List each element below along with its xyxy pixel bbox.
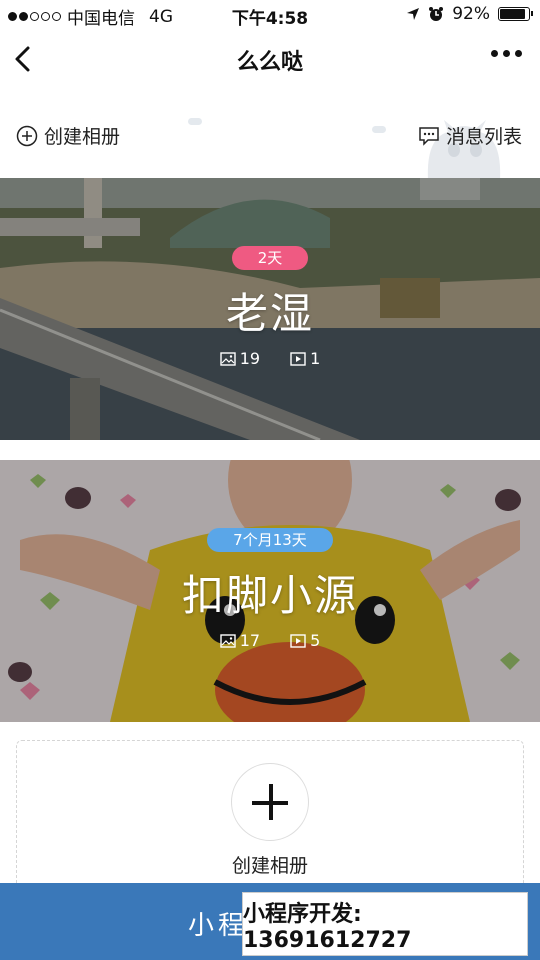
album-title: 扣脚小源 [181,571,358,620]
status-right: 92% [406,4,533,24]
decor-cloud [372,126,386,133]
alarm-icon [429,7,444,21]
album-title: 老湿 [225,289,314,338]
create-album-label: 创建相册 [44,126,121,148]
battery-icon [498,7,533,21]
page-title: 么么哒 [236,50,303,75]
create-album-button[interactable]: 创建相册 [16,122,120,149]
battery-percent: 92% [452,4,490,24]
album-card[interactable]: 2天 老湿 19 1 [0,178,540,440]
ad-watermark: 小程序开发: 13691612727 [242,892,528,956]
status-bar: 中国电信 4G 下午4:58 92% [0,0,540,30]
video-icon [290,633,306,648]
message-list-label: 消息列表 [445,126,522,148]
photo-icon [220,633,236,648]
message-list-button[interactable]: 消息列表 [418,122,522,149]
album-age-badge: 2天 [231,246,309,270]
photo-count: 17 [220,631,260,650]
location-arrow-icon [407,8,420,20]
create-album-tile[interactable]: 创建相册 [16,740,524,900]
plus-circle-icon [16,125,38,146]
video-icon [290,351,306,366]
photo-count-value: 19 [239,349,261,368]
navigation-bar: 么么哒 [0,30,540,92]
photo-count: 19 [220,349,260,368]
message-icon [419,126,439,146]
video-count: 5 [290,631,320,650]
album-info: 2天 老湿 19 1 [0,246,540,368]
video-count-value: 1 [310,349,321,368]
album-header: 创建相册 消息列表 [0,92,540,180]
album-info: 7个月13天 扣脚小源 17 5 [0,528,540,650]
album-stats: 19 1 [0,349,540,368]
more-options-icon[interactable] [491,50,522,57]
decor-cloud [188,118,202,125]
create-album-tile-label: 创建相册 [231,855,308,877]
photo-icon [220,351,236,366]
video-count: 1 [290,349,320,368]
video-count-value: 5 [310,631,321,650]
banner-text: 小程 [188,911,249,941]
album-card[interactable]: 7个月13天 扣脚小源 17 5 [0,460,540,722]
photo-count-value: 17 [239,631,261,650]
album-age-badge: 7个月13天 [207,528,333,552]
plus-icon[interactable] [231,763,309,841]
album-stats: 17 5 [0,631,540,650]
